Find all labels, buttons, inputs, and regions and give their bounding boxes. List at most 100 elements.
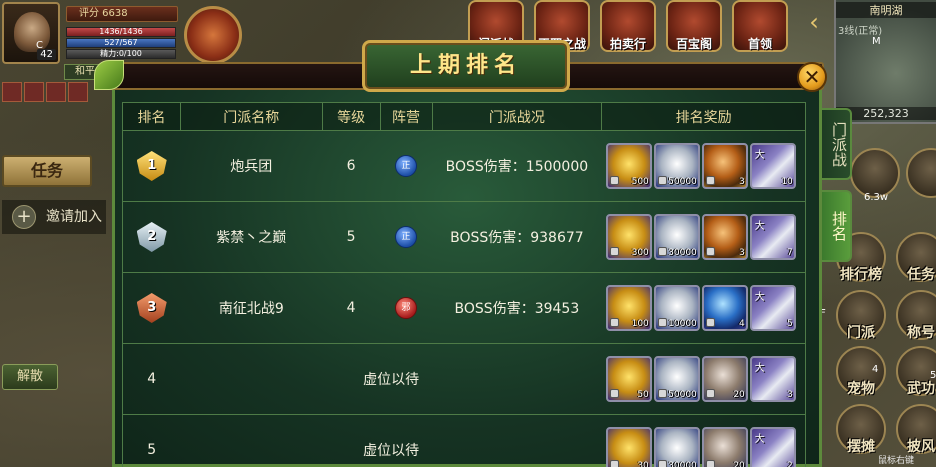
item-grade: 大 [754, 221, 765, 232]
lock-icon [705, 460, 715, 467]
map-name: 南明湖 [836, 2, 936, 18]
header-reward: 排名奖励 [601, 102, 806, 131]
scroll-icon[interactable]: 大 10 [749, 143, 796, 189]
collapse-arrow-icon[interactable]: ‹ [800, 8, 828, 38]
silver-ingot-icon[interactable]: 30000 [653, 214, 700, 260]
top-icon-label: 百宝阁 [675, 37, 712, 51]
cell-rewards: 100 10000 4 大 5 [601, 272, 806, 344]
gray-orb-icon[interactable]: 20 [701, 356, 748, 402]
tab-gang-war[interactable]: 门派战 [822, 108, 852, 180]
silver-ingot-icon[interactable]: 50000 [653, 143, 700, 189]
gold-ingot-icon[interactable]: 500 [605, 143, 652, 189]
cell-level: 4 [322, 272, 381, 344]
gold-orb-icon[interactable]: 3 [701, 214, 748, 260]
gray-orb-icon[interactable]: 20 [701, 427, 748, 467]
silver-ingot-icon[interactable]: 10000 [653, 285, 700, 331]
pet-menu[interactable]: 宠物 [836, 346, 886, 397]
invite-button[interactable]: + 邀请加入 [2, 200, 106, 234]
header-war-record: 门派战况 [431, 102, 603, 131]
player-portrait[interactable]: C 42 [2, 2, 60, 64]
lock-icon [705, 389, 715, 398]
lock-icon [705, 318, 715, 327]
menu-label: 武功 [907, 381, 935, 397]
gang-menu[interactable]: 门派 [836, 290, 886, 341]
title-menu[interactable]: 称号 [896, 290, 936, 341]
scroll-icon[interactable]: 大2 [749, 427, 796, 467]
rank-badge-icon: 2 [136, 222, 167, 252]
silver-ingot-icon[interactable]: 50000 [653, 356, 700, 402]
lock-icon [705, 247, 715, 256]
item-count: 10 [781, 177, 793, 187]
scroll-icon[interactable]: 大7 [749, 214, 796, 260]
skill-icon[interactable] [850, 148, 900, 198]
item-count: 50000 [668, 177, 697, 187]
leaf-ornament-icon [94, 60, 124, 90]
cell-rank: 5 [122, 414, 181, 467]
cell-rank: 4 [122, 343, 181, 415]
gold-ingot-icon[interactable]: 100 [605, 285, 652, 331]
table-header-row: 排名 门派名称 等级 阵营 门派战况 排名奖励 [122, 102, 806, 131]
lock-icon [609, 318, 619, 327]
silver-ingot-icon[interactable]: 30000 [653, 427, 700, 467]
cell-camp: 邪 [380, 272, 433, 344]
lock-icon [657, 318, 667, 327]
item-count: 20 [733, 461, 745, 467]
dissolve-button[interactable]: 解散 [2, 364, 58, 390]
hp-bar: 1436/1436 [66, 27, 176, 37]
top-icon-label: 首领 [747, 37, 772, 51]
item-count: 300 [631, 248, 649, 258]
cell-rewards: 500 50000 3 大 10 [601, 130, 806, 202]
treasure-pavilion-icon[interactable]: 百宝阁 [666, 0, 722, 52]
task-tab[interactable]: 任务 [2, 155, 92, 187]
cell-rewards: 300 30000 3 大 7 [601, 201, 806, 273]
lock-icon [657, 389, 667, 398]
header-level: 等级 [321, 102, 381, 131]
rank-number: 5 [147, 442, 157, 458]
item-count: 7 [787, 248, 793, 258]
item-count: 4 [739, 319, 745, 329]
gold-ingot-icon[interactable]: 300 [605, 214, 652, 260]
pet-avatar[interactable] [184, 6, 242, 64]
cell-gang-name: 紫禁丶之巅 [180, 201, 323, 273]
cell-camp: 正 [380, 130, 433, 202]
item-count: 50000 [668, 390, 697, 400]
energy-bar: 精力:0/100 [66, 49, 176, 59]
lock-icon [609, 176, 619, 185]
gold-ingot-icon[interactable]: 50 [605, 356, 652, 402]
server-line[interactable]: 3线(正常) [838, 22, 882, 37]
lock-icon [657, 247, 667, 256]
gold-orb-icon[interactable]: 3 [701, 143, 748, 189]
boss-icon[interactable]: 首领 [732, 0, 788, 52]
tab-rank[interactable]: 排名 [822, 190, 852, 262]
count-marker: 4 [872, 364, 879, 375]
scroll-icon[interactable]: 大3 [749, 356, 796, 402]
mp-bar: 527/567 [66, 38, 176, 48]
scroll-icon[interactable]: 大5 [749, 285, 796, 331]
cell-war-record: BOSS伤害：938677 [432, 201, 602, 273]
cell-gang-name: 炮兵团 [180, 130, 323, 202]
item-count: 50 [637, 390, 649, 400]
auction-icon[interactable]: 拍卖行 [600, 0, 656, 52]
buff-icon [68, 82, 88, 102]
invite-label: 邀请加入 [46, 209, 102, 225]
player-level: 42 [37, 49, 56, 60]
buff-row [2, 82, 88, 102]
menu-label: 宠物 [847, 381, 875, 397]
tasks-menu[interactable]: 任务 [896, 232, 936, 283]
item-count: 30000 [668, 461, 697, 467]
item-count: 3 [739, 248, 745, 258]
item-count: 20 [733, 390, 745, 400]
lock-icon [705, 176, 715, 185]
lock-icon [609, 389, 619, 398]
mouse-hint: 鼠标右键 [878, 456, 915, 466]
blue-orb-icon[interactable]: 4 [701, 285, 748, 331]
gold-ingot-icon[interactable]: 30 [605, 427, 652, 467]
minimap[interactable]: 南明湖 3线(正常) M 252,323 [834, 0, 936, 124]
cloak-menu[interactable]: 披风 [896, 404, 936, 455]
menu-label: 任务 [907, 267, 935, 283]
stall-menu[interactable]: 摆摊 [836, 404, 886, 455]
close-button[interactable]: ✕ [797, 62, 827, 92]
header-rank: 排名 [122, 102, 181, 131]
ranking-rows: 1 炮兵团 6 正 BOSS伤害：1500000 500 50000 3 大 10 2 紫禁丶之巅 5 正… [122, 130, 806, 467]
buff-icon [2, 82, 22, 102]
